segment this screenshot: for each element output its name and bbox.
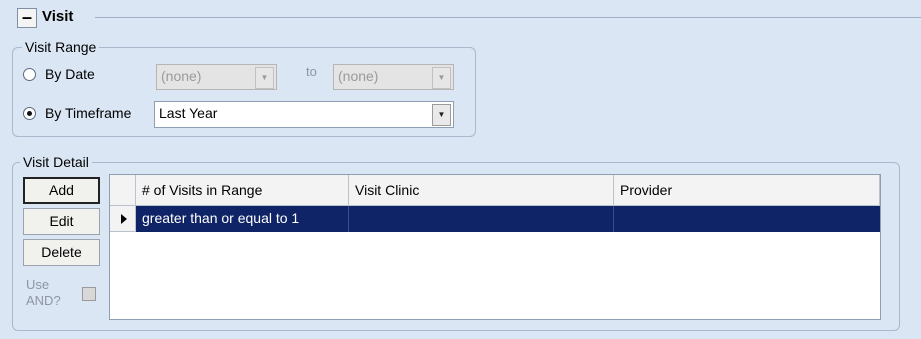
to-date-select: (none) ▼ — [333, 64, 454, 90]
use-and-label: Use AND? — [26, 277, 61, 308]
row-pointer-icon — [110, 206, 136, 232]
cell-visits: greater than or equal to 1 — [136, 206, 349, 232]
column-header-provider[interactable]: Provider — [614, 175, 880, 206]
edit-button[interactable]: Edit — [23, 208, 100, 235]
use-and-checkbox[interactable] — [82, 287, 96, 301]
section-title: Visit — [42, 8, 74, 25]
to-label: to — [306, 64, 317, 79]
by-date-label[interactable]: By Date — [45, 66, 95, 82]
column-header-visits[interactable]: # of Visits in Range — [136, 175, 349, 206]
chevron-down-icon: ▼ — [432, 67, 451, 89]
by-timeframe-label[interactable]: By Timeframe — [45, 105, 131, 121]
delete-button[interactable]: Delete — [23, 239, 100, 266]
visit-detail-label: Visit Detail — [20, 154, 92, 170]
from-date-select: (none) ▼ — [156, 64, 277, 90]
column-header-clinic[interactable]: Visit Clinic — [349, 175, 614, 206]
timeframe-select[interactable]: Last Year ▼ — [154, 101, 454, 128]
timeframe-value: Last Year — [159, 105, 218, 121]
chevron-down-icon[interactable]: ▼ — [432, 104, 451, 126]
visit-range-label: Visit Range — [22, 39, 100, 55]
chevron-down-icon: ▼ — [255, 67, 274, 89]
by-timeframe-radio[interactable] — [23, 107, 36, 120]
grid-corner-header — [110, 175, 136, 206]
cell-provider — [614, 206, 880, 232]
visit-detail-grid[interactable]: # of Visits in Range Visit Clinic Provid… — [109, 174, 881, 320]
by-date-radio[interactable] — [23, 68, 36, 81]
cell-clinic — [349, 206, 614, 232]
from-date-value: (none) — [161, 68, 202, 84]
section-divider — [95, 17, 921, 18]
table-row[interactable]: greater than or equal to 1 — [136, 206, 880, 232]
add-button[interactable]: Add — [23, 177, 100, 204]
collapse-button[interactable]: – — [17, 8, 37, 28]
to-date-value: (none) — [338, 68, 379, 84]
